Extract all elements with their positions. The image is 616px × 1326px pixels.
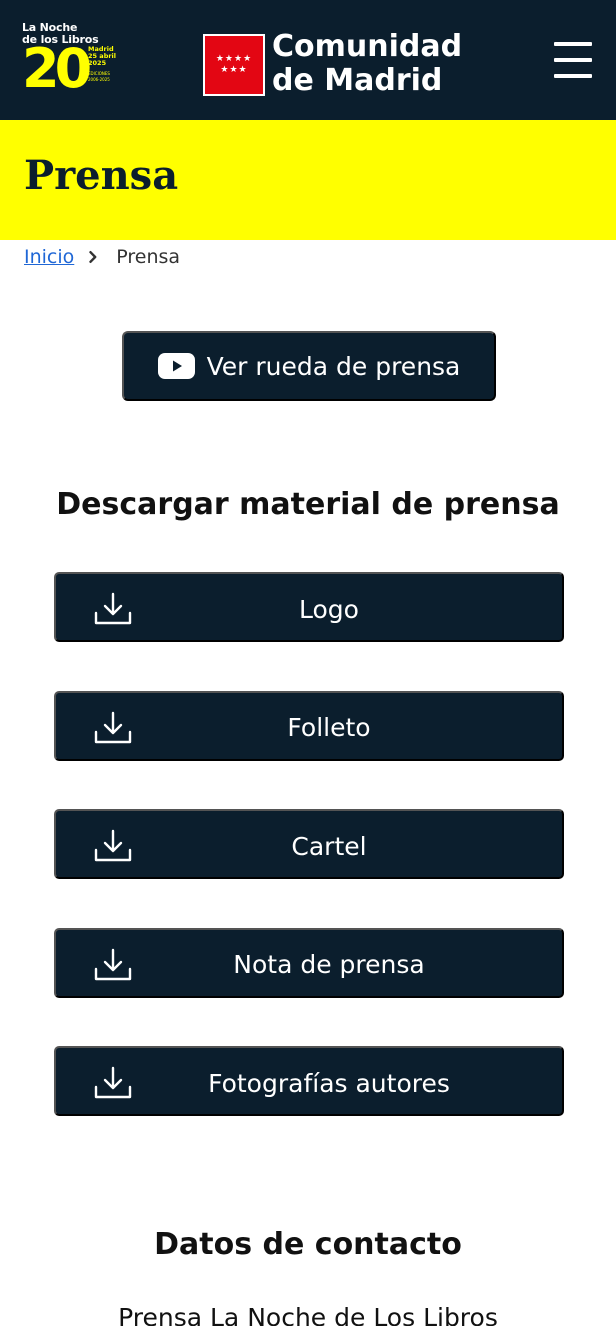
watch-press-conference-button[interactable]: Ver rueda de prensa <box>122 331 496 401</box>
flag-stars: ★★★★ ★★★ <box>215 54 253 75</box>
breadcrumb-home-link[interactable]: Inicio <box>24 246 74 268</box>
site-header: La Noche de los Libros 20 Madrid 25 abri… <box>0 0 616 120</box>
page-title: Prensa <box>24 152 179 199</box>
download-label: Fotografías autores <box>208 1068 450 1098</box>
download-label: Logo <box>299 594 359 624</box>
menu-bar <box>554 58 592 62</box>
menu-bar <box>554 74 592 78</box>
madrid-flag-icon: ★★★★ ★★★ <box>203 34 265 96</box>
press-contact-name: Prensa La Noche de Los Libros <box>118 1303 498 1326</box>
breadcrumb: Inicio Prensa <box>24 244 180 270</box>
download-label: Folleto <box>287 713 371 742</box>
event-logo-details: Madrid 25 abril 2025 EDICIONES 2006-2025 <box>88 46 116 83</box>
download-button[interactable]: Folleto <box>54 690 564 761</box>
chevron-right-icon <box>80 246 106 268</box>
org-logo-line-2: de Madrid <box>272 63 443 98</box>
download-label: Nota de prensa <box>233 950 425 979</box>
contact-section-title: Datos de contacto <box>154 1227 462 1262</box>
org-logo-line-1: Comunidad <box>272 29 463 64</box>
download-list: Logo Folleto Cartel Nota de prensa Fotografí… <box>54 572 564 1165</box>
download-button[interactable]: Nota de prensa <box>54 927 564 998</box>
watch-press-conference-label: Ver rueda de prensa <box>206 351 461 381</box>
event-logo-editions-range: 2006-2025 <box>88 77 110 82</box>
hamburger-menu-icon[interactable] <box>554 42 592 78</box>
download-button[interactable]: Cartel <box>54 809 564 879</box>
event-logo-year: 2025 <box>88 59 107 67</box>
breadcrumb-current: Prensa <box>116 246 181 268</box>
page-title-band: Prensa <box>0 120 616 240</box>
download-section-title: Descargar material de prensa <box>56 487 560 522</box>
event-logo[interactable]: La Noche de los Libros 20 Madrid 25 abri… <box>22 22 118 100</box>
download-button[interactable]: Logo <box>54 572 564 642</box>
org-logo-text: Comunidad de Madrid <box>272 30 462 98</box>
download-button[interactable]: Fotografías autores <box>54 1046 564 1116</box>
event-logo-number: 20 <box>22 37 92 100</box>
youtube-icon <box>157 353 195 379</box>
download-label: Cartel <box>291 831 367 861</box>
menu-bar <box>554 42 592 46</box>
